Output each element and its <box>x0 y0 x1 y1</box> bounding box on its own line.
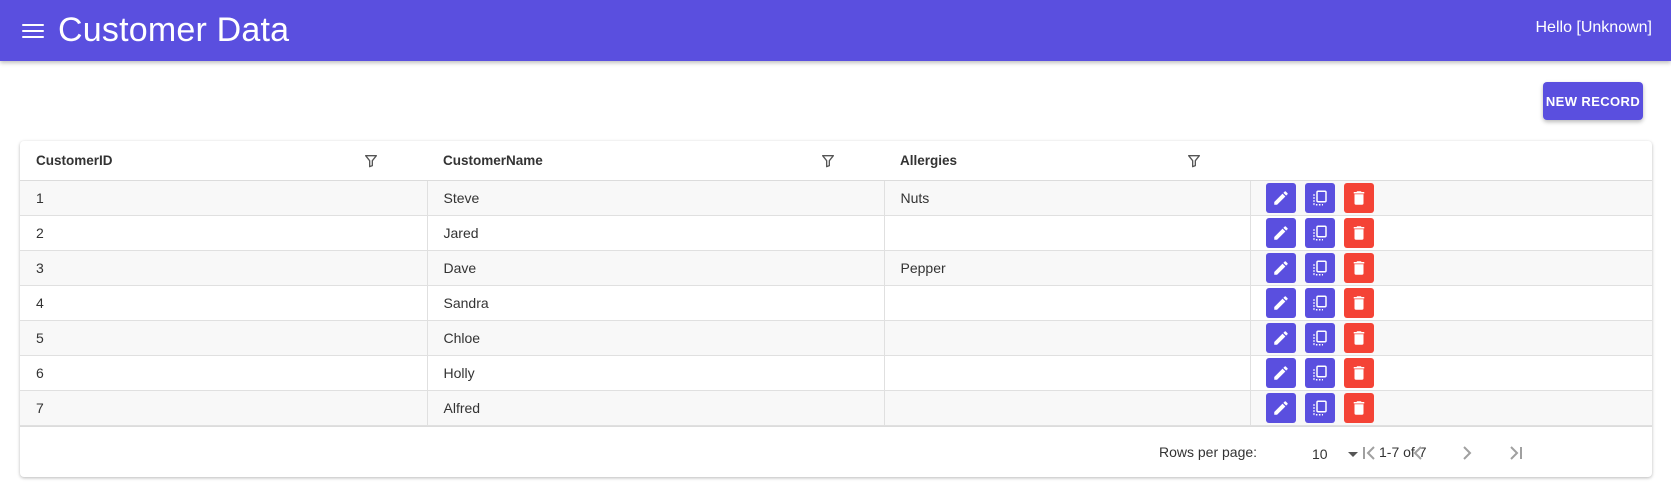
row-actions <box>1250 355 1652 391</box>
edit-icon[interactable] <box>1265 287 1296 318</box>
edit-icon[interactable] <box>1265 217 1296 248</box>
cell-customer-name: Holly <box>427 355 885 391</box>
table-row[interactable]: 3 Dave Pepper <box>20 250 1652 286</box>
delete-icon[interactable] <box>1343 357 1374 388</box>
delete-icon[interactable] <box>1343 217 1374 248</box>
table-row[interactable]: 4 Sandra <box>20 285 1652 321</box>
app-bar: Customer Data Hello [Unknown] <box>0 0 1671 61</box>
last-page-icon[interactable] <box>1504 441 1528 465</box>
cell-customer-id: 1 <box>20 180 428 216</box>
copy-icon[interactable] <box>1304 252 1335 283</box>
copy-icon[interactable] <box>1304 182 1335 213</box>
cell-allergies <box>884 390 1251 426</box>
edit-icon[interactable] <box>1265 392 1296 423</box>
rows-per-page-select[interactable]: 10 <box>1290 440 1360 466</box>
delete-icon[interactable] <box>1343 392 1374 423</box>
delete-icon[interactable] <box>1343 322 1374 353</box>
pagination-footer: Rows per page: 10 1-7 of 7 <box>20 426 1652 477</box>
column-header-allergies[interactable]: Allergies <box>884 141 1250 181</box>
delete-icon[interactable] <box>1343 252 1374 283</box>
first-page-icon[interactable] <box>1357 441 1381 465</box>
column-header-actions <box>1250 141 1652 181</box>
cell-allergies: Nuts <box>884 180 1251 216</box>
row-actions <box>1250 250 1652 286</box>
row-actions <box>1250 390 1652 426</box>
column-header-customer-id[interactable]: CustomerID <box>20 141 427 181</box>
filter-icon[interactable] <box>363 153 379 169</box>
edit-icon[interactable] <box>1265 182 1296 213</box>
previous-page-icon[interactable] <box>1406 441 1430 465</box>
row-actions <box>1250 180 1652 216</box>
filter-icon[interactable] <box>820 153 836 169</box>
next-page-icon[interactable] <box>1455 441 1479 465</box>
cell-customer-id: 4 <box>20 285 428 321</box>
copy-icon[interactable] <box>1304 322 1335 353</box>
cell-customer-id: 3 <box>20 250 428 286</box>
edit-icon[interactable] <box>1265 252 1296 283</box>
cell-customer-name: Jared <box>427 215 885 251</box>
cell-customer-id: 7 <box>20 390 428 426</box>
cell-customer-id: 6 <box>20 355 428 391</box>
row-actions <box>1250 215 1652 251</box>
copy-icon[interactable] <box>1304 392 1335 423</box>
table-row[interactable]: 5 Chloe <box>20 320 1652 356</box>
cell-allergies <box>884 355 1251 391</box>
copy-icon[interactable] <box>1304 357 1335 388</box>
delete-icon[interactable] <box>1343 287 1374 318</box>
filter-icon[interactable] <box>1186 153 1202 169</box>
table-row[interactable]: 6 Holly <box>20 355 1652 391</box>
table-row[interactable]: 2 Jared <box>20 215 1652 251</box>
edit-icon[interactable] <box>1265 357 1296 388</box>
cell-customer-name: Steve <box>427 180 885 216</box>
column-header-label: Allergies <box>900 152 958 168</box>
cell-customer-id: 5 <box>20 320 428 356</box>
copy-icon[interactable] <box>1304 217 1335 248</box>
copy-icon[interactable] <box>1304 287 1335 318</box>
column-header-label: CustomerName <box>443 152 543 168</box>
row-actions <box>1250 285 1652 321</box>
column-header-label: CustomerID <box>36 152 113 168</box>
row-actions <box>1250 320 1652 356</box>
cell-customer-id: 2 <box>20 215 428 251</box>
cell-allergies <box>884 320 1251 356</box>
cell-allergies <box>884 215 1251 251</box>
page-title: Customer Data <box>58 11 290 49</box>
cell-customer-name: Alfred <box>427 390 885 426</box>
cell-customer-name: Chloe <box>427 320 885 356</box>
hamburger-menu-icon[interactable] <box>22 22 44 40</box>
cell-allergies <box>884 285 1251 321</box>
table-row[interactable]: 7 Alfred <box>20 390 1652 426</box>
new-record-button[interactable]: NEW RECORD <box>1543 82 1643 120</box>
table-row[interactable]: 1 Steve Nuts <box>20 180 1652 216</box>
user-greeting: Hello [Unknown] <box>1535 19 1653 36</box>
customer-data-grid: CustomerID CustomerName Allergies 1 Steve… <box>20 141 1652 477</box>
edit-icon[interactable] <box>1265 322 1296 353</box>
rows-per-page-value: 10 <box>1312 446 1328 462</box>
cell-customer-name: Dave <box>427 250 885 286</box>
rows-per-page-label: Rows per page: <box>1159 444 1258 460</box>
cell-customer-name: Sandra <box>427 285 885 321</box>
cell-allergies: Pepper <box>884 250 1251 286</box>
delete-icon[interactable] <box>1343 182 1374 213</box>
header-row: CustomerID CustomerName Allergies <box>20 141 1652 181</box>
column-header-customer-name[interactable]: CustomerName <box>427 141 884 181</box>
